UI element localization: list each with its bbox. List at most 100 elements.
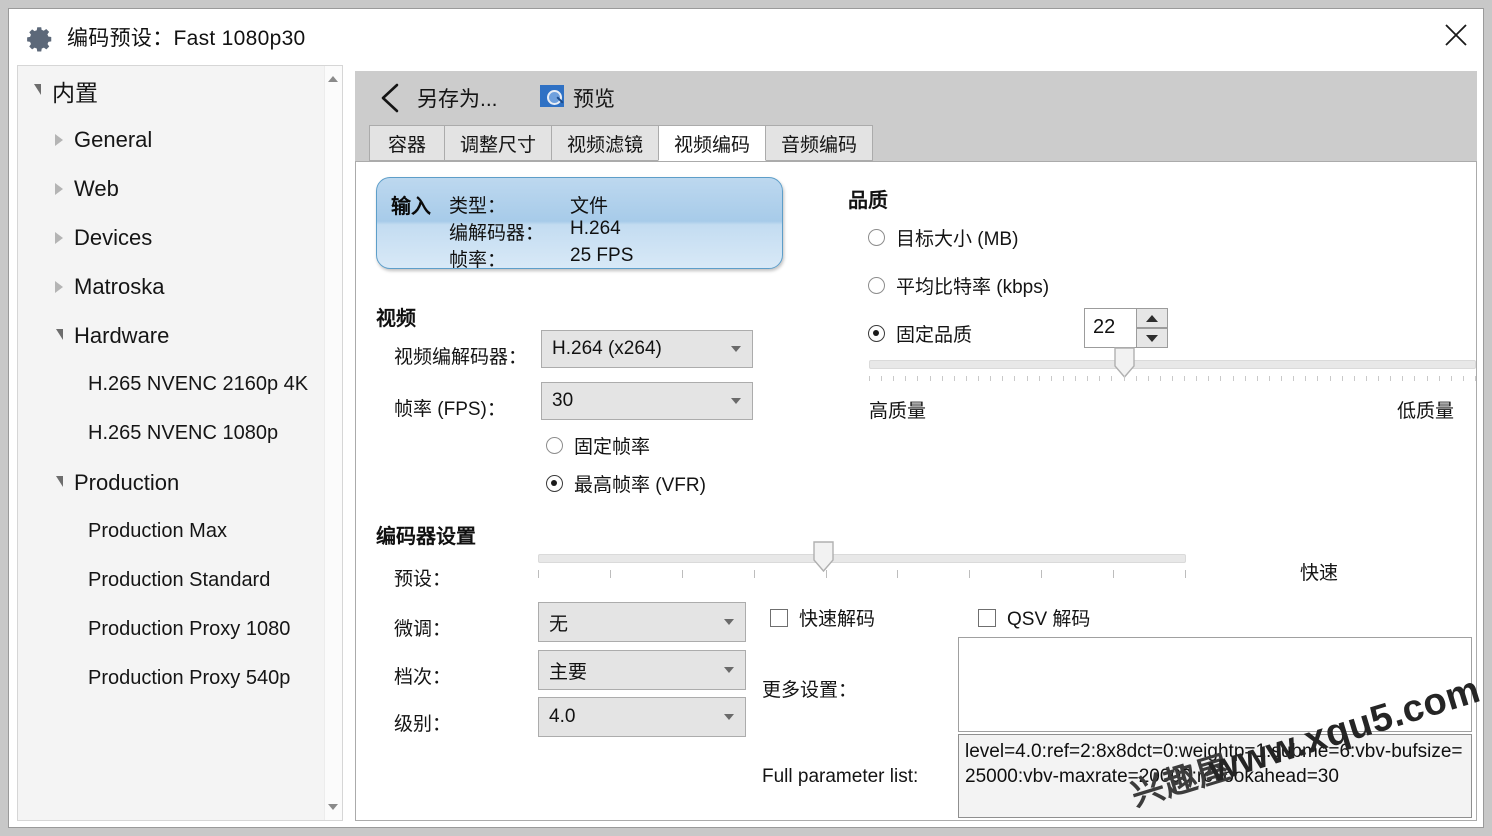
preset-slider-track[interactable] <box>538 554 1186 563</box>
tune-select[interactable]: 无 <box>538 602 746 642</box>
spinner-up-icon[interactable] <box>1136 308 1168 328</box>
save-as-button[interactable]: 另存为... <box>417 83 498 113</box>
sidebar-item-label: Production Max <box>86 520 227 543</box>
spinner-down-icon[interactable] <box>1136 328 1168 348</box>
tune-value: 无 <box>539 609 568 636</box>
triangle-down-icon[interactable] <box>328 804 338 810</box>
slider-tick <box>1185 570 1186 578</box>
chevron-right-icon[interactable] <box>55 134 63 146</box>
slider-tick <box>1245 376 1246 381</box>
sidebar-item-label: H.265 NVENC 2160p 4K <box>86 373 308 396</box>
slider-tick <box>1427 376 1428 381</box>
more-settings-input[interactable] <box>958 637 1472 732</box>
chevron-down-icon <box>731 398 741 404</box>
fast-decode-label: 快速解码 <box>799 604 875 631</box>
radio-indicator <box>868 277 885 294</box>
quality-slider-thumb[interactable] <box>1114 347 1135 379</box>
sidebar-item-matroska[interactable]: Matroska <box>18 262 342 311</box>
tune-label: 微调： <box>394 614 451 641</box>
sidebar-item-production-proxy-540p[interactable]: Production Proxy 540p <box>18 654 342 703</box>
fast-decode-checkbox[interactable]: 快速解码 <box>770 604 875 631</box>
tab-3[interactable]: 视频编码 <box>658 125 766 161</box>
sidebar-item-production-proxy-1080[interactable]: Production Proxy 1080 <box>18 605 342 654</box>
preview-magnifier-icon[interactable] <box>540 85 564 107</box>
slider-tick <box>1075 376 1076 381</box>
quality-slider-right-label: 低质量 <box>1397 396 1454 423</box>
slider-tick <box>905 376 906 381</box>
slider-tick <box>1172 376 1173 381</box>
slider-tick <box>1087 376 1088 381</box>
chevron-right-icon[interactable] <box>55 183 63 195</box>
slider-tick <box>966 376 967 381</box>
preview-button[interactable]: 预览 <box>573 83 615 113</box>
radio-average-bitrate[interactable]: 平均比特率 (kbps) <box>868 272 1049 299</box>
slider-tick <box>1208 376 1209 381</box>
chevron-right-icon[interactable] <box>55 281 63 293</box>
slider-tick <box>1317 376 1318 381</box>
gear-icon <box>25 24 55 54</box>
slider-tick <box>942 376 943 381</box>
tab-4[interactable]: 音频编码 <box>765 125 873 161</box>
slider-tick <box>1293 376 1294 381</box>
chevron-down-icon[interactable] <box>56 476 63 487</box>
full-parameter-list-value: level=4.0:ref=2:8x8dct=0:weightp=1:subme… <box>958 734 1472 818</box>
slider-tick <box>978 376 979 381</box>
profile-value: 主要 <box>539 657 587 684</box>
close-icon[interactable] <box>1429 9 1483 59</box>
video-codec-select[interactable]: H.264 (x264) <box>541 330 753 368</box>
slider-tick <box>897 570 898 578</box>
expander <box>46 332 72 340</box>
quality-slider-track[interactable] <box>869 360 1476 369</box>
tab-0[interactable]: 容器 <box>369 125 445 161</box>
sidebar-item-web[interactable]: Web <box>18 164 342 213</box>
slider-tick <box>1463 376 1464 381</box>
radio-indicator <box>868 325 885 342</box>
sidebar-item-production-max[interactable]: Production Max <box>18 507 342 556</box>
tab-2[interactable]: 视频滤镜 <box>551 125 659 161</box>
quality-value: 22 <box>1093 316 1115 339</box>
chevron-down-icon[interactable] <box>34 84 41 95</box>
input-codec-label: 编解码器： <box>449 218 544 245</box>
sidebar-item-hardware[interactable]: Hardware <box>18 311 342 360</box>
slider-tick <box>1041 570 1042 578</box>
sidebar-item-production-standard[interactable]: Production Standard <box>18 556 342 605</box>
radio-target-size-label: 目标大小 (MB) <box>896 224 1018 251</box>
slider-tick <box>1051 376 1052 381</box>
video-fps-select[interactable]: 30 <box>541 382 753 420</box>
preset-tree-list: 内置GeneralWebDevicesMatroskaHardware H.265… <box>18 66 342 703</box>
level-select[interactable]: 4.0 <box>538 697 746 737</box>
radio-indicator <box>546 475 563 492</box>
chevron-down-icon[interactable] <box>56 329 63 340</box>
sidebar-item-production[interactable]: Production <box>18 458 342 507</box>
slider-tick <box>954 376 955 381</box>
slider-tick <box>1184 376 1185 381</box>
chevron-right-icon[interactable] <box>55 232 63 244</box>
slider-tick <box>1269 376 1270 381</box>
sidebar-item-[interactable]: 内置 <box>18 66 342 115</box>
radio-constant-framerate[interactable]: 固定帧率 <box>546 432 650 459</box>
content-area: 另存为... 预览 容器调整尺寸视频滤镜视频编码音频编码 输入 类型： 文件 编… <box>355 71 1477 821</box>
sidebar-item-devices[interactable]: Devices <box>18 213 342 262</box>
triangle-up-icon[interactable] <box>328 76 338 82</box>
slider-tick <box>1378 376 1379 381</box>
quality-slider-ticks <box>869 376 1476 385</box>
slider-tick <box>1390 376 1391 381</box>
radio-target-size[interactable]: 目标大小 (MB) <box>868 224 1018 251</box>
input-fps-value: 25 FPS <box>570 245 633 267</box>
chevron-left-icon[interactable] <box>371 79 411 117</box>
preset-slider-thumb[interactable] <box>813 541 834 573</box>
input-fps-label: 帧率： <box>449 245 506 272</box>
sidebar-item-general[interactable]: General <box>18 115 342 164</box>
tree-scrollbar[interactable] <box>324 66 342 820</box>
radio-constant-quality[interactable]: 固定品质 <box>868 320 972 347</box>
sidebar-item-h-265-nvenc-1080p[interactable]: H.265 NVENC 1080p <box>18 409 342 458</box>
tab-1[interactable]: 调整尺寸 <box>444 125 552 161</box>
slider-tick <box>1039 376 1040 381</box>
window-title: 编码预设：Fast 1080p30 <box>67 22 306 52</box>
radio-variable-framerate[interactable]: 最高帧率 (VFR) <box>546 470 706 497</box>
quality-value-stepper[interactable]: 22 <box>1084 308 1168 348</box>
sidebar-item-h-265-nvenc-2160p-4k[interactable]: H.265 NVENC 2160p 4K <box>18 360 342 409</box>
qsv-decode-checkbox[interactable]: QSV 解码 <box>978 604 1090 631</box>
profile-select[interactable]: 主要 <box>538 650 746 690</box>
video-codec-label: 视频编解码器： <box>394 342 527 369</box>
